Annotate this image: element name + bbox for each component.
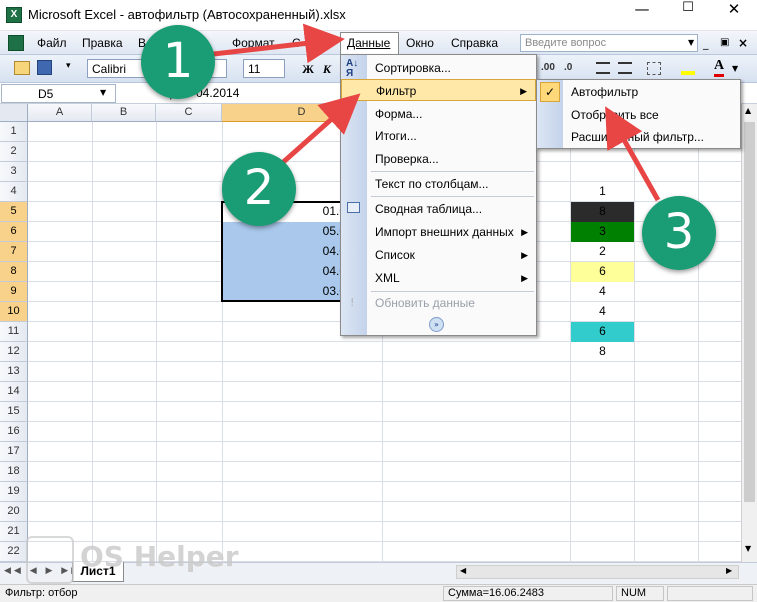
step-badge-1: 1 — [141, 25, 215, 99]
step-badge-3: 3 — [642, 196, 716, 270]
arrow-1 — [204, 23, 345, 64]
arrow-3 — [605, 106, 661, 202]
step-badge-2: 2 — [222, 152, 296, 226]
annotation-arrows — [204, 23, 661, 202]
arrow-2 — [278, 93, 361, 167]
